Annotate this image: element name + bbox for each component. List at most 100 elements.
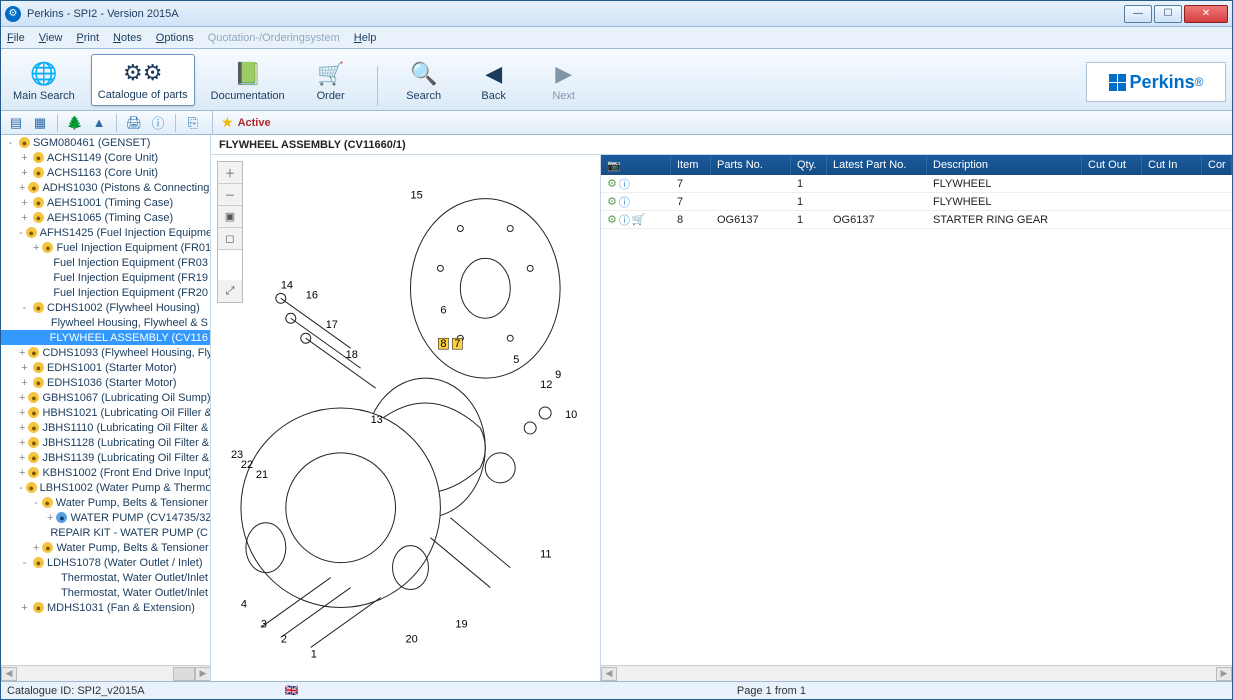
tree-node[interactable]: +●KBHS1002 (Front End Drive Input) bbox=[1, 465, 210, 480]
col-cutout[interactable]: Cut Out bbox=[1082, 155, 1142, 175]
toolbar-back[interactable]: ◀ Back bbox=[464, 56, 524, 106]
active-filter[interactable]: ★ Active bbox=[221, 114, 271, 131]
tree-node[interactable]: +●ADHS1030 (Pistons & Connecting R bbox=[1, 180, 210, 195]
info-icon[interactable]: ⓘ bbox=[619, 194, 630, 210]
info-icon[interactable]: ⓘ bbox=[619, 176, 630, 192]
tree-node[interactable]: Fuel Injection Equipment (FR03 bbox=[1, 255, 210, 270]
brand-logo: Perkins® bbox=[1086, 62, 1226, 102]
svg-text:20: 20 bbox=[406, 633, 418, 645]
tree-node[interactable]: -●Water Pump, Belts & Tensioner bbox=[1, 495, 210, 510]
tree-node[interactable]: +●ACHS1149 (Core Unit) bbox=[1, 150, 210, 165]
maximize-button[interactable]: ☐ bbox=[1154, 5, 1182, 23]
scroll-thumb[interactable] bbox=[173, 667, 195, 681]
tree-node[interactable]: +●MDHS1031 (Fan & Extension) bbox=[1, 600, 210, 615]
menu-help[interactable]: Help bbox=[354, 32, 377, 44]
svg-text:9: 9 bbox=[555, 369, 561, 381]
col-desc[interactable]: Description bbox=[927, 155, 1082, 175]
tree-node[interactable]: +●ACHS1163 (Core Unit) bbox=[1, 165, 210, 180]
gear-icon[interactable]: ⚙ bbox=[607, 195, 617, 208]
diagram-viewer[interactable]: ＋ － ▣ ◻ ⤢ bbox=[211, 155, 601, 681]
toolbar-documentation[interactable]: 📗 Documentation bbox=[205, 56, 291, 106]
parts-hscroll[interactable]: ◀ ▶ bbox=[601, 665, 1232, 681]
zoom-out-icon[interactable]: － bbox=[218, 184, 242, 206]
tree-node[interactable]: +●JBHS1128 (Lubricating Oil Filter & I bbox=[1, 435, 210, 450]
scroll-left-icon[interactable]: ◀ bbox=[1, 667, 17, 681]
close-button[interactable]: ✕ bbox=[1184, 5, 1228, 23]
actual-icon[interactable]: ◻ bbox=[218, 228, 242, 250]
app-icon: ⚙ bbox=[5, 6, 21, 22]
scroll-right-icon[interactable]: ▶ bbox=[1216, 667, 1232, 681]
tree-node[interactable]: Flywheel Housing, Flywheel & S bbox=[1, 315, 210, 330]
menu-print[interactable]: Print bbox=[76, 32, 99, 44]
col-cutin[interactable]: Cut In bbox=[1142, 155, 1202, 175]
minimize-button[interactable]: — bbox=[1124, 5, 1152, 23]
tree-node[interactable]: +●HBHS1021 (Lubricating Oil Filler & bbox=[1, 405, 210, 420]
menu-view[interactable]: View bbox=[39, 32, 63, 44]
table-row[interactable]: ⚙ⓘ🛒8OG61371OG6137STARTER RING GEAR bbox=[601, 211, 1232, 229]
menu-notes[interactable]: Notes bbox=[113, 32, 142, 44]
col-camera[interactable]: 📷 bbox=[601, 155, 671, 175]
cart-icon[interactable]: 🛒 bbox=[632, 213, 646, 226]
col-item[interactable]: Item bbox=[671, 155, 711, 175]
col-qty[interactable]: Qty. bbox=[791, 155, 827, 175]
tree-collapse-icon[interactable]: ▲ bbox=[90, 114, 108, 132]
scroll-right-icon[interactable]: ▶ bbox=[195, 667, 211, 681]
tree-node[interactable]: +●JBHS1139 (Lubricating Oil Filter & I bbox=[1, 450, 210, 465]
tree-label: Thermostat, Water Outlet/Inlet bbox=[61, 587, 208, 599]
toolbar-search[interactable]: 🔍 Search bbox=[394, 56, 454, 106]
tree-label: SGM080461 (GENSET) bbox=[33, 137, 150, 149]
back-icon: ◀ bbox=[485, 60, 502, 88]
tree-node[interactable]: +●JBHS1110 (Lubricating Oil Filter & I bbox=[1, 420, 210, 435]
pan-icon[interactable]: ⤢ bbox=[218, 280, 242, 302]
tree-label: EDHS1001 (Starter Motor) bbox=[47, 362, 177, 374]
tree-expand-icon[interactable]: 🌲 bbox=[66, 114, 84, 132]
tree-node[interactable]: +●AEHS1001 (Timing Case) bbox=[1, 195, 210, 210]
print-icon[interactable]: 🖨 bbox=[125, 114, 143, 132]
table-row[interactable]: ⚙ⓘ71FLYWHEEL bbox=[601, 175, 1232, 193]
view2-icon[interactable]: ▦ bbox=[31, 114, 49, 132]
tree-node[interactable]: +●WATER PUMP (CV14735/3Z) bbox=[1, 510, 210, 525]
info-icon[interactable]: ⓘ bbox=[149, 114, 167, 132]
tree-node[interactable]: +●EDHS1001 (Starter Motor) bbox=[1, 360, 210, 375]
table-row[interactable]: ⚙ⓘ71FLYWHEEL bbox=[601, 193, 1232, 211]
col-cor[interactable]: Cor bbox=[1202, 155, 1232, 175]
col-partsno[interactable]: Parts No. bbox=[711, 155, 791, 175]
tree-node[interactable]: +●Water Pump, Belts & Tensioner bbox=[1, 540, 210, 555]
info-icon[interactable]: ⓘ bbox=[619, 212, 630, 228]
tree-node[interactable]: Fuel Injection Equipment (FR19 bbox=[1, 270, 210, 285]
col-latest[interactable]: Latest Part No. bbox=[827, 155, 927, 175]
tree-node[interactable]: Fuel Injection Equipment (FR20 bbox=[1, 285, 210, 300]
toolbar-order[interactable]: 🛒 Order bbox=[301, 56, 361, 106]
menu-options[interactable]: Options bbox=[156, 32, 194, 44]
nav-tree[interactable]: -●SGM080461 (GENSET)+●ACHS1149 (Core Uni… bbox=[1, 135, 211, 681]
tree-node[interactable]: -●SGM080461 (GENSET) bbox=[1, 135, 210, 150]
tree-node[interactable]: REPAIR KIT - WATER PUMP (C bbox=[1, 525, 210, 540]
zoom-in-icon[interactable]: ＋ bbox=[218, 162, 242, 184]
tree-node[interactable]: -●AFHS1425 (Fuel Injection Equipment bbox=[1, 225, 210, 240]
toolbar-mainsearch[interactable]: 🌐 Main Search bbox=[7, 56, 81, 106]
export-icon[interactable]: ⎘ bbox=[184, 114, 202, 132]
tree-node[interactable]: +●AEHS1065 (Timing Case) bbox=[1, 210, 210, 225]
view1-icon[interactable]: ▤ bbox=[7, 114, 25, 132]
tree-node[interactable]: -●LDHS1078 (Water Outlet / Inlet) bbox=[1, 555, 210, 570]
globe-icon: 🌐 bbox=[30, 60, 57, 88]
menu-file[interactable]: File bbox=[7, 32, 25, 44]
gear-icon[interactable]: ⚙ bbox=[607, 177, 617, 190]
tree-node[interactable]: Thermostat, Water Outlet/Inlet bbox=[1, 585, 210, 600]
tree-node[interactable]: -●CDHS1002 (Flywheel Housing) bbox=[1, 300, 210, 315]
gear-icon[interactable]: ⚙ bbox=[607, 213, 617, 226]
tree-node[interactable]: +●Fuel Injection Equipment (FR01 bbox=[1, 240, 210, 255]
scroll-left-icon[interactable]: ◀ bbox=[601, 667, 617, 681]
toolbar-catalogue[interactable]: ⚙⚙ Catalogue of parts bbox=[91, 54, 195, 106]
fit-icon[interactable]: ▣ bbox=[218, 206, 242, 228]
tree-node[interactable]: +●EDHS1036 (Starter Motor) bbox=[1, 375, 210, 390]
tree-label: JBHS1139 (Lubricating Oil Filter & I bbox=[42, 452, 211, 464]
svg-text:16: 16 bbox=[306, 289, 318, 301]
tree-node[interactable]: -●LBHS1002 (Water Pump & Thermos bbox=[1, 480, 210, 495]
tree-node[interactable]: FLYWHEEL ASSEMBLY (CV116 bbox=[1, 330, 210, 345]
tree-label: REPAIR KIT - WATER PUMP (C bbox=[50, 527, 208, 539]
tree-node[interactable]: +●CDHS1093 (Flywheel Housing, Flyw bbox=[1, 345, 210, 360]
tree-node[interactable]: Thermostat, Water Outlet/Inlet bbox=[1, 570, 210, 585]
next-icon: ▶ bbox=[555, 60, 572, 88]
tree-node[interactable]: +●GBHS1067 (Lubricating Oil Sump) bbox=[1, 390, 210, 405]
